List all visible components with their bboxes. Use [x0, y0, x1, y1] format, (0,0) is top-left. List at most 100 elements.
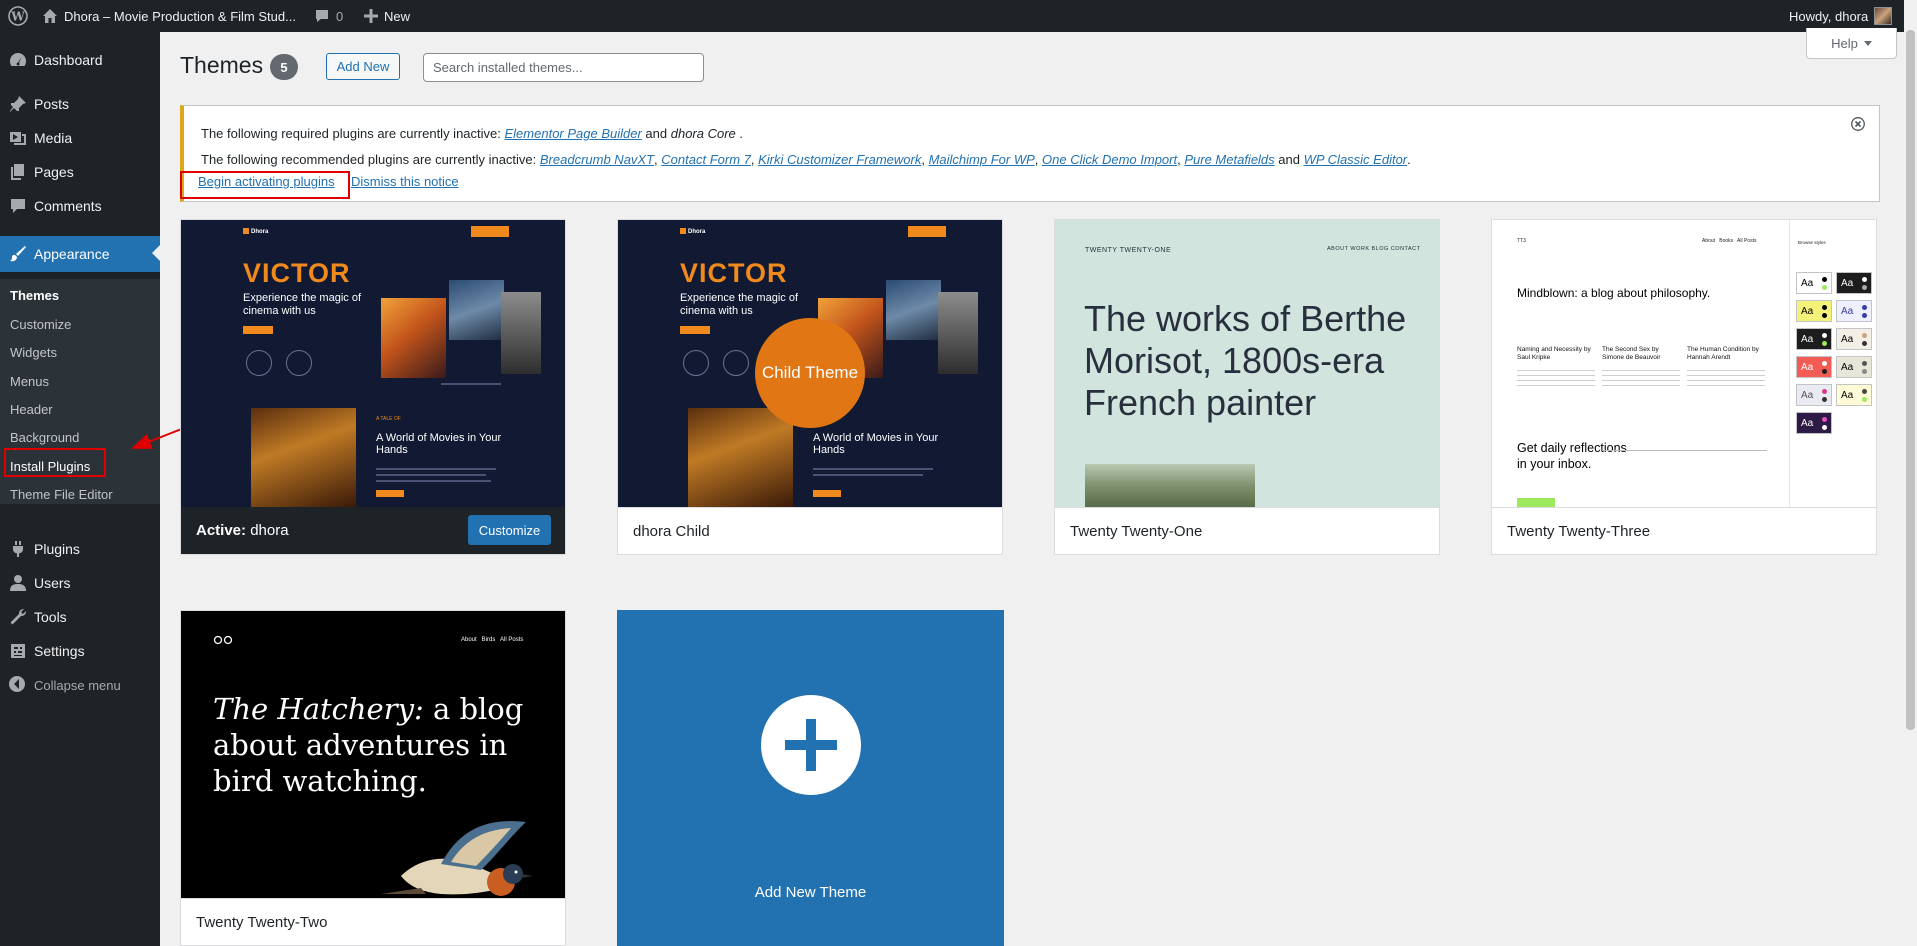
preview-logo-icon: [213, 635, 233, 645]
preview-award-icon: [683, 350, 709, 376]
swatch-text: Aa: [1841, 361, 1854, 373]
preview-nav: About Books All Posts: [1702, 238, 1757, 244]
preview-nav: About Birds All Posts: [461, 637, 524, 643]
preview-headline-em: The Hatchery:: [213, 692, 424, 726]
style-swatch: Aa: [1796, 356, 1832, 378]
preview-image: [688, 408, 793, 507]
preview-subtitle: Experience the magic of cinema with us: [243, 292, 362, 317]
preview-nav: ABOUT WORK BLOG CONTACT: [1327, 246, 1421, 252]
preview-headline: Mindblown: a blog about philosophy.: [1517, 286, 1711, 300]
theme-card-dhora[interactable]: Dhora VICTOR Experience the magic of cin…: [180, 219, 566, 555]
preview-cta: [471, 226, 509, 237]
preview-text-line: [376, 480, 491, 482]
preview-image: [501, 292, 541, 374]
preview-button: [243, 326, 273, 334]
preview-button: [680, 326, 710, 334]
swatch-text: Aa: [1801, 361, 1814, 373]
add-new-theme-card[interactable]: Add New Theme: [617, 610, 1004, 946]
preview-post-title: The Second Sex by Simone de Beauvoir: [1602, 346, 1661, 361]
theme-screenshot: TWENTY TWENTY-ONE ABOUT WORK BLOG CONTAC…: [1055, 220, 1439, 507]
styles-panel-title: Browse styles: [1798, 240, 1826, 245]
preview-text-line: [376, 474, 486, 476]
preview-divider: [441, 383, 501, 385]
style-swatch: Aa: [1836, 328, 1872, 350]
theme-card-twenty-twenty-two[interactable]: About Birds All Posts The Hatchery: a bl…: [180, 610, 566, 946]
swatch-text: Aa: [1841, 305, 1854, 317]
swatch-text: Aa: [1801, 389, 1814, 401]
theme-footer: Twenty Twenty-Three: [1492, 507, 1876, 554]
preview-text-lines: [1687, 370, 1765, 390]
swatch-text: Aa: [1841, 333, 1854, 345]
preview-title: VICTOR: [243, 258, 351, 288]
preview-image: [886, 280, 941, 340]
preview-post-title: Naming and Necessity by Saul Kripke: [1517, 346, 1591, 361]
preview-logo-text: Dhora: [251, 229, 269, 235]
preview-divider: [1602, 450, 1767, 451]
child-theme-badge: Child Theme: [755, 318, 865, 428]
theme-card-twenty-twenty-one[interactable]: TWENTY TWENTY-ONE ABOUT WORK BLOG CONTAC…: [1054, 219, 1440, 555]
theme-screenshot: About Birds All Posts The Hatchery: a bl…: [181, 611, 565, 898]
style-swatch: Aa: [1836, 272, 1872, 294]
preview-text-line: [813, 468, 933, 470]
preview-award-icon: [723, 350, 749, 376]
preview-image: [449, 280, 504, 340]
preview-heading: A World of Movies in Your Hands: [376, 432, 502, 456]
style-swatch: Aa: [1796, 384, 1832, 406]
theme-name: Active: dhora: [196, 522, 289, 539]
theme-screenshot: TT3 About Books All Posts Mindblown: a b…: [1492, 220, 1876, 507]
style-swatch: Aa: [1796, 272, 1832, 294]
preview-cta-text: Get daily reflections in your inbox.: [1517, 441, 1627, 471]
theme-footer: Twenty Twenty-One: [1055, 507, 1439, 554]
preview-site-title: TT3: [1517, 238, 1526, 244]
preview-text-line: [376, 468, 496, 470]
active-theme-name: dhora: [250, 522, 289, 539]
theme-card-dhora-child[interactable]: Dhora VICTOR Experience the magic of cin…: [617, 219, 1003, 555]
preview-bird-image: [381, 816, 541, 898]
style-swatch: Aa: [1836, 300, 1872, 322]
preview-button: [1517, 498, 1555, 507]
page-scrollbar-thumb[interactable]: [1906, 30, 1915, 730]
swatch-text: Aa: [1841, 389, 1854, 401]
preview-nav: Dhora: [618, 220, 1002, 242]
theme-screenshot: Dhora VICTOR Experience the magic of cin…: [618, 220, 1002, 507]
theme-name: Twenty Twenty-Three: [1507, 523, 1651, 540]
theme-footer: dhora Child: [618, 507, 1002, 554]
swatch-text: Aa: [1841, 277, 1854, 289]
swatch-text: Aa: [1801, 333, 1814, 345]
preview-main: TT3 About Books All Posts Mindblown: a b…: [1492, 220, 1789, 507]
preview-image: [251, 408, 356, 507]
preview-painting-image: [1085, 464, 1255, 507]
preview-text-line: [813, 474, 923, 476]
theme-footer: Twenty Twenty-Two: [181, 898, 565, 945]
preview-nav: Dhora: [181, 220, 565, 242]
customize-button[interactable]: Customize: [468, 515, 551, 545]
preview-logo: Dhora: [243, 228, 268, 235]
swatch-text: Aa: [1801, 305, 1814, 317]
swatch-text: Aa: [1801, 417, 1814, 429]
add-new-theme-label: Add New Theme: [754, 884, 867, 901]
preview-image: [938, 292, 978, 374]
style-swatch: Aa: [1836, 356, 1872, 378]
preview-award-icon: [246, 350, 272, 376]
theme-name: dhora Child: [633, 523, 710, 540]
style-swatch: Aa: [1836, 384, 1872, 406]
preview-logo: Dhora: [680, 228, 705, 235]
preview-image: [381, 298, 446, 378]
preview-site-title: TWENTY TWENTY-ONE: [1085, 247, 1172, 254]
active-prefix: Active:: [196, 522, 247, 539]
preview-post-title: The Human Condition by Hannah Arendt: [1687, 346, 1759, 361]
preview-button: [813, 490, 841, 497]
theme-card-twenty-twenty-three[interactable]: TT3 About Books All Posts Mindblown: a b…: [1491, 219, 1877, 555]
preview-award-icon: [286, 350, 312, 376]
preview-text-lines: [1517, 370, 1595, 390]
theme-name: Twenty Twenty-Two: [196, 914, 328, 931]
theme-name: Twenty Twenty-One: [1070, 523, 1203, 540]
preview-heading: A World of Movies in Your Hands: [813, 432, 939, 456]
preview-styles-panel: Browse styles Aa Aa Aa Aa Aa Aa Aa Aa Aa…: [1789, 220, 1876, 507]
swatch-text: Aa: [1801, 277, 1814, 289]
plus-icon: [761, 695, 861, 795]
theme-screenshot: Dhora VICTOR Experience the magic of cin…: [181, 220, 565, 507]
style-swatch: Aa: [1796, 300, 1832, 322]
preview-text-lines: [1602, 370, 1680, 390]
theme-footer-active: Active: dhora Customize: [181, 507, 565, 554]
